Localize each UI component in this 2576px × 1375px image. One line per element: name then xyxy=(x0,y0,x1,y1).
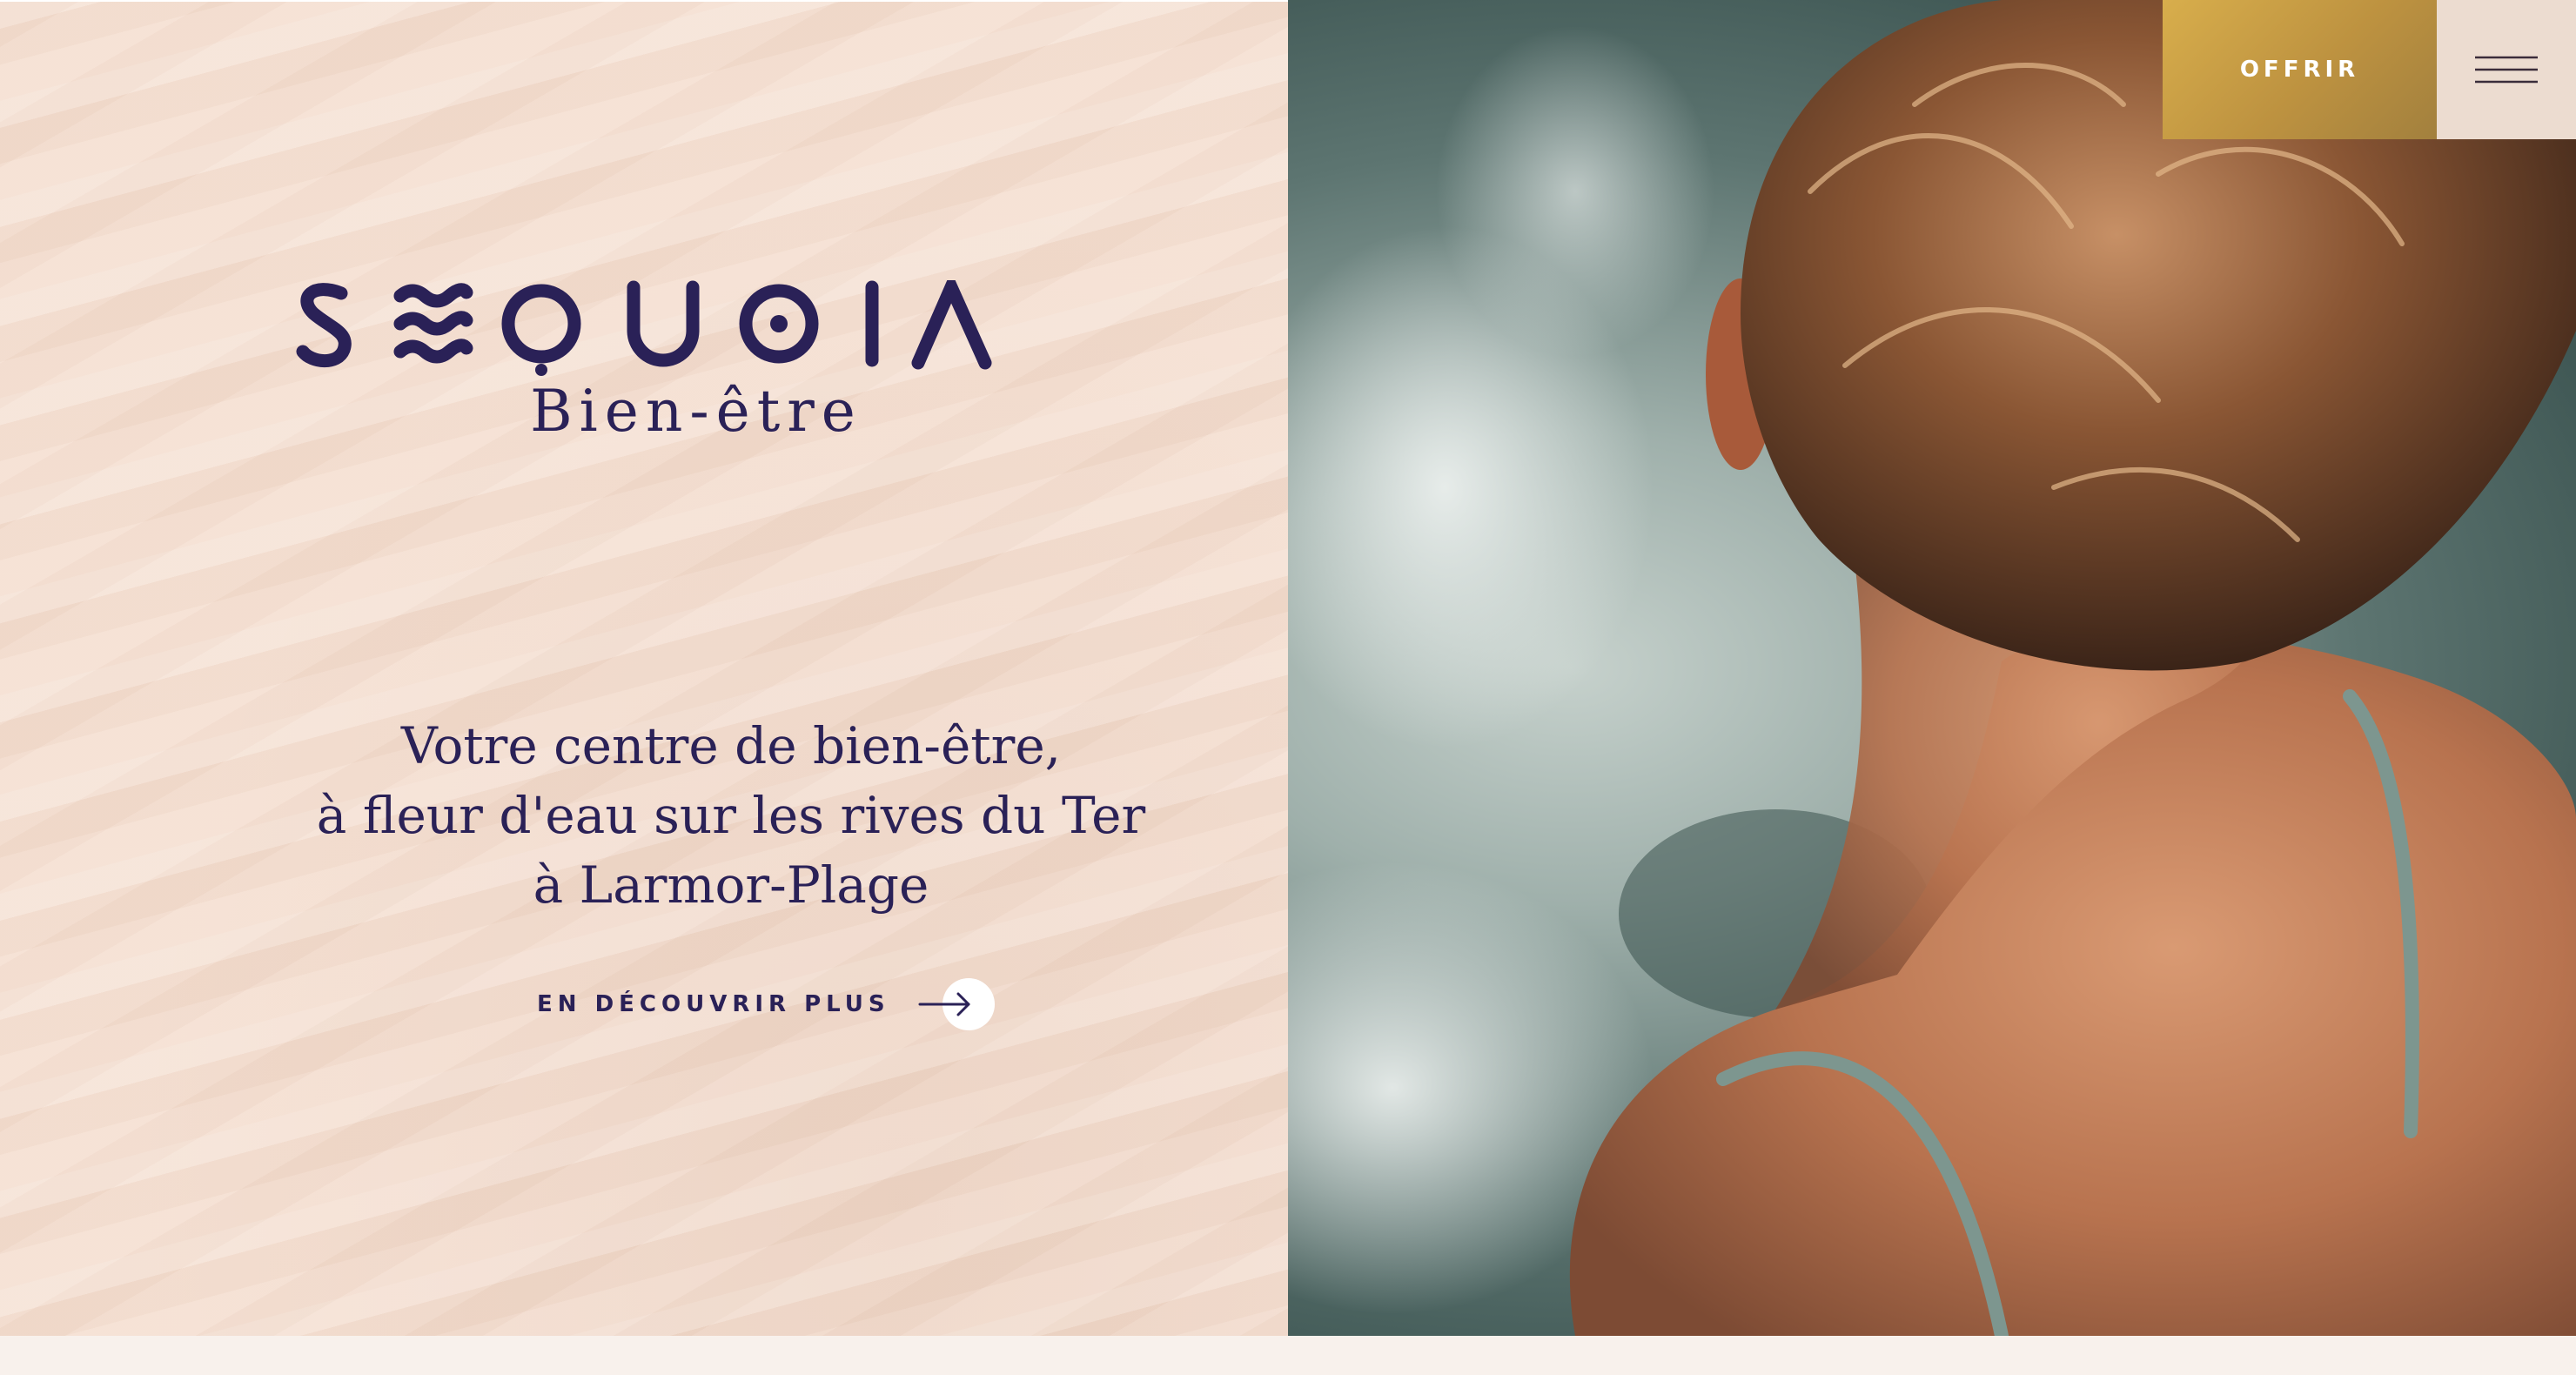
discover-more-link[interactable]: EN DÉCOUVRIR PLUS xyxy=(537,976,995,1032)
brand-logo[interactable]: Bien-être xyxy=(0,280,1288,445)
headline-line-2: à fleur d'eau sur les rives du Ter xyxy=(316,786,1146,845)
discover-more-label: EN DÉCOUVRIR PLUS xyxy=(537,991,890,1017)
offer-button[interactable]: OFFRIR xyxy=(2163,0,2437,139)
brand-tagline: Bien-être xyxy=(530,378,862,445)
hamburger-menu-icon xyxy=(2475,56,2538,84)
hero-text-panel: Bien-être Votre centre de bien-être, à f… xyxy=(0,2,1288,1336)
page-bottom-strip xyxy=(0,1336,2576,1375)
headline-line-3: à Larmor-Plage xyxy=(533,855,929,915)
hero-photo xyxy=(1288,0,2576,1336)
arrow-right-icon xyxy=(916,976,995,1032)
menu-button[interactable] xyxy=(2437,0,2576,139)
sequoia-wordmark-logo xyxy=(296,280,992,376)
hero-headline: Votre centre de bien-être, à fleur d'eau… xyxy=(261,711,1201,920)
headline-line-1: Votre centre de bien-être, xyxy=(400,716,1062,775)
